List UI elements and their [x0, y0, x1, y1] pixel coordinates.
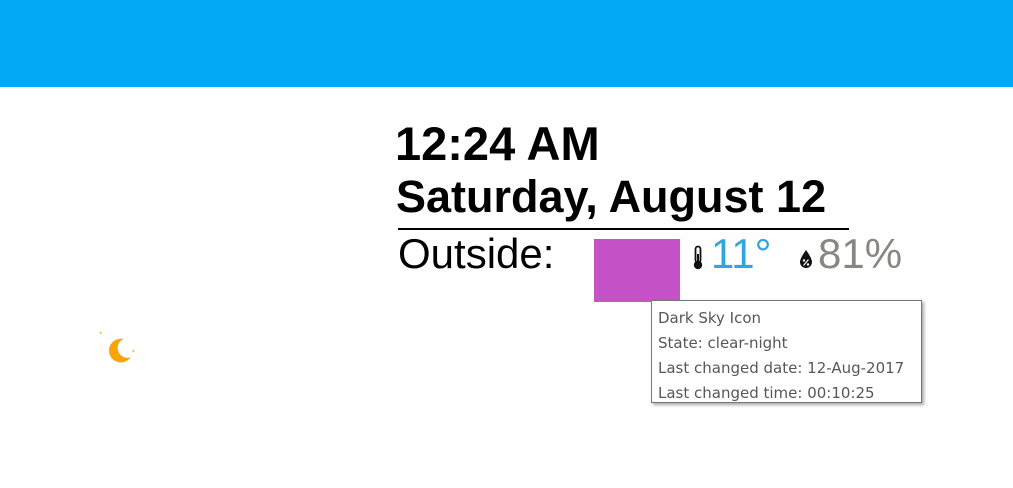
tooltip-last-changed-date: Last changed date: 12-Aug-2017	[658, 359, 905, 377]
tooltip-title: Dark Sky Icon	[658, 309, 762, 327]
tooltip-last-changed-time: Last changed time: 00:10:25	[658, 384, 875, 402]
outside-label: Outside:	[398, 230, 555, 277]
clock-date: Saturday, August 12	[396, 171, 827, 222]
dark-sky-icon-tile[interactable]	[594, 239, 680, 302]
temperature-value: 11°	[711, 230, 772, 277]
tooltip: Dark Sky Icon State: clear-night Last ch…	[651, 300, 922, 403]
water-drop-percent-icon	[800, 250, 812, 268]
header-bar	[0, 0, 1013, 87]
clock-time: 12:24 AM	[395, 117, 600, 170]
clear-night-moon-icon[interactable]	[98, 330, 138, 370]
thermometer-icon	[693, 245, 703, 270]
tooltip-state: State: clear-night	[658, 334, 788, 352]
humidity-value: 81%	[818, 230, 903, 277]
